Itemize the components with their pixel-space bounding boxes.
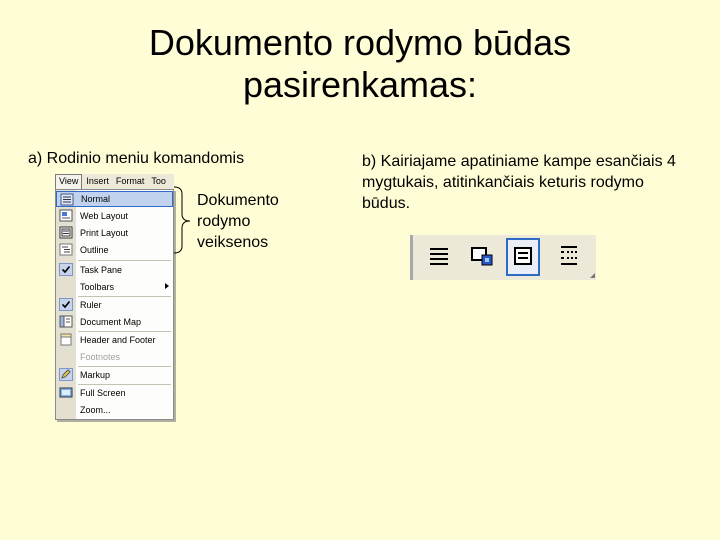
- title-line-1: Dokumento rodymo būdas: [148, 22, 572, 63]
- callout-text: Dokumento rodymo veiksenos: [197, 190, 279, 253]
- menu-item-label: Toolbars: [80, 282, 115, 292]
- web-layout-button[interactable]: [465, 238, 499, 276]
- menu-item-label: Print Layout: [80, 228, 129, 238]
- web-layout-icon: [471, 247, 493, 266]
- header-footer-icon: [60, 333, 72, 346]
- slide-title: Dokumento rodymo būdas pasirenkamas:: [0, 22, 720, 106]
- menu-item-document-map[interactable]: Document Map: [56, 314, 173, 330]
- menu-item-print-layout[interactable]: Print Layout: [56, 225, 173, 241]
- menu-item-ruler[interactable]: Ruler: [56, 297, 173, 313]
- bracket-connector: [173, 186, 191, 254]
- normal-view-icon: [430, 248, 448, 265]
- menu-item-full-screen[interactable]: Full Screen: [56, 385, 173, 401]
- callout-line: rodymo: [197, 213, 251, 230]
- resize-grip-icon[interactable]: [590, 273, 595, 278]
- menu-item-web-layout[interactable]: Web Layout: [56, 208, 173, 224]
- markup-icon: [59, 368, 73, 381]
- callout-line: Dokumento: [197, 192, 279, 209]
- menu-item-outline[interactable]: Outline: [56, 242, 173, 258]
- web-layout-icon: [59, 209, 73, 222]
- menu-item-header-footer[interactable]: Header and Footer: [56, 332, 173, 348]
- full-screen-icon: [59, 387, 73, 398]
- view-menu: Normal Web Layout Print Layout Outline T…: [55, 189, 174, 420]
- outline-view-icon: [561, 246, 579, 265]
- menu-separator: [78, 260, 171, 261]
- caption-a: a) Rodinio meniu komandomis: [28, 150, 245, 167]
- menu-item-label: Zoom...: [80, 405, 111, 415]
- menu-insert[interactable]: Insert: [82, 174, 112, 190]
- menu-item-label: Ruler: [80, 300, 102, 310]
- callout-line: veiksenos: [197, 234, 269, 251]
- checkmark-icon: [59, 298, 73, 311]
- menu-item-label: Task Pane: [80, 265, 123, 275]
- print-layout-button[interactable]: [506, 238, 540, 276]
- normal-view-icon: [60, 193, 74, 206]
- view-buttons-toolbar: [410, 235, 596, 280]
- menu-tools[interactable]: Too: [147, 174, 169, 190]
- menu-item-label: Markup: [80, 370, 111, 380]
- menu-item-label: Web Layout: [80, 211, 128, 221]
- print-layout-icon: [59, 226, 73, 239]
- outline-view-icon: [59, 243, 73, 256]
- title-line-2: pasirenkamas:: [242, 64, 478, 105]
- menu-item-label: Normal: [81, 194, 111, 204]
- menu-item-task-pane[interactable]: Task Pane: [56, 262, 173, 278]
- menu-item-label: Full Screen: [80, 388, 126, 398]
- menu-item-zoom[interactable]: Zoom...: [56, 402, 173, 418]
- menu-view[interactable]: View: [55, 174, 83, 190]
- checkmark-icon: [59, 263, 73, 276]
- caption-b: b) Kairiajame apatiniame kampe esančiais…: [362, 153, 676, 212]
- menu-bar: View Insert Format Too: [55, 174, 174, 190]
- menu-format[interactable]: Format: [112, 174, 148, 190]
- document-map-icon: [59, 315, 73, 328]
- menu-item-label: Document Map: [80, 317, 142, 327]
- submenu-arrow-icon: [165, 283, 169, 289]
- menu-item-label: Header and Footer: [80, 335, 156, 345]
- normal-view-button[interactable]: [422, 238, 456, 276]
- menu-item-label: Outline: [80, 245, 109, 255]
- menu-item-label: Footnotes: [80, 352, 121, 362]
- menu-item-footnotes: Footnotes: [56, 349, 173, 365]
- print-layout-icon: [514, 247, 532, 265]
- outline-view-button[interactable]: [553, 238, 587, 276]
- menu-item-normal[interactable]: Normal: [56, 191, 173, 207]
- menu-item-markup[interactable]: Markup: [56, 367, 173, 383]
- menu-item-toolbars[interactable]: Toolbars: [56, 279, 173, 295]
